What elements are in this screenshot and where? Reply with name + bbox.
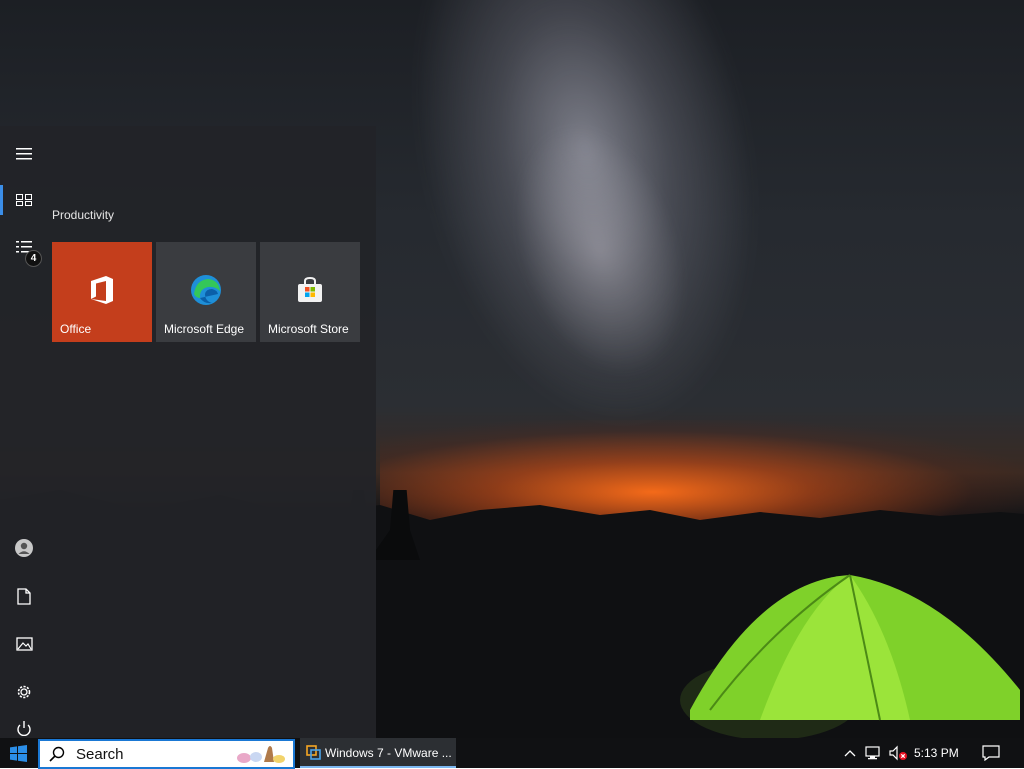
tiles-icon[interactable] xyxy=(0,178,48,222)
tile-office[interactable]: Office xyxy=(52,242,152,342)
tile-label: Microsoft Store xyxy=(268,322,349,336)
search-input[interactable] xyxy=(76,744,226,764)
documents-icon[interactable] xyxy=(0,574,48,618)
search-box[interactable] xyxy=(38,739,295,769)
taskbar-app-vmware[interactable]: Windows 7 - VMware ... xyxy=(300,738,456,768)
start-button[interactable] xyxy=(0,738,36,768)
office-logo-icon xyxy=(91,276,113,304)
search-highlight-illustration xyxy=(237,746,285,763)
start-rail: 4 xyxy=(0,126,48,738)
tile-label: Microsoft Edge xyxy=(164,322,245,336)
all-apps-badge: 4 xyxy=(25,250,42,267)
notification-icon[interactable] xyxy=(978,738,1004,768)
settings-icon[interactable] xyxy=(0,670,48,714)
power-icon[interactable] xyxy=(0,718,48,738)
vmware-icon xyxy=(306,745,321,760)
edge-logo-icon xyxy=(191,275,221,305)
tile-microsoft-edge[interactable]: Microsoft Edge xyxy=(156,242,256,342)
chevron-up-icon[interactable] xyxy=(840,738,860,768)
all-apps-icon[interactable]: 4 xyxy=(0,226,48,270)
windows-logo-icon xyxy=(9,744,27,762)
pictures-icon[interactable] xyxy=(0,622,48,666)
network-icon[interactable] xyxy=(863,738,885,768)
taskbar: Windows 7 - VMware ... 5:13 PM xyxy=(0,738,1024,769)
taskbar-app-label: Windows 7 - VMware ... xyxy=(325,746,452,760)
green-tent xyxy=(680,574,1020,738)
taskbar-clock[interactable]: 5:13 PM xyxy=(914,746,959,760)
search-icon xyxy=(49,746,65,762)
store-bag-icon xyxy=(298,276,322,302)
tile-microsoft-store[interactable]: Microsoft Store xyxy=(260,242,360,342)
tile-label: Office xyxy=(60,322,92,336)
tile-group-title: Productivity xyxy=(52,208,115,222)
user-icon[interactable] xyxy=(0,526,48,570)
volume-muted-icon[interactable] xyxy=(887,738,909,768)
hamburger-menu-icon[interactable] xyxy=(0,132,48,176)
start-menu: 4 Productivity Office Microsoft Edge Mic… xyxy=(0,126,376,738)
